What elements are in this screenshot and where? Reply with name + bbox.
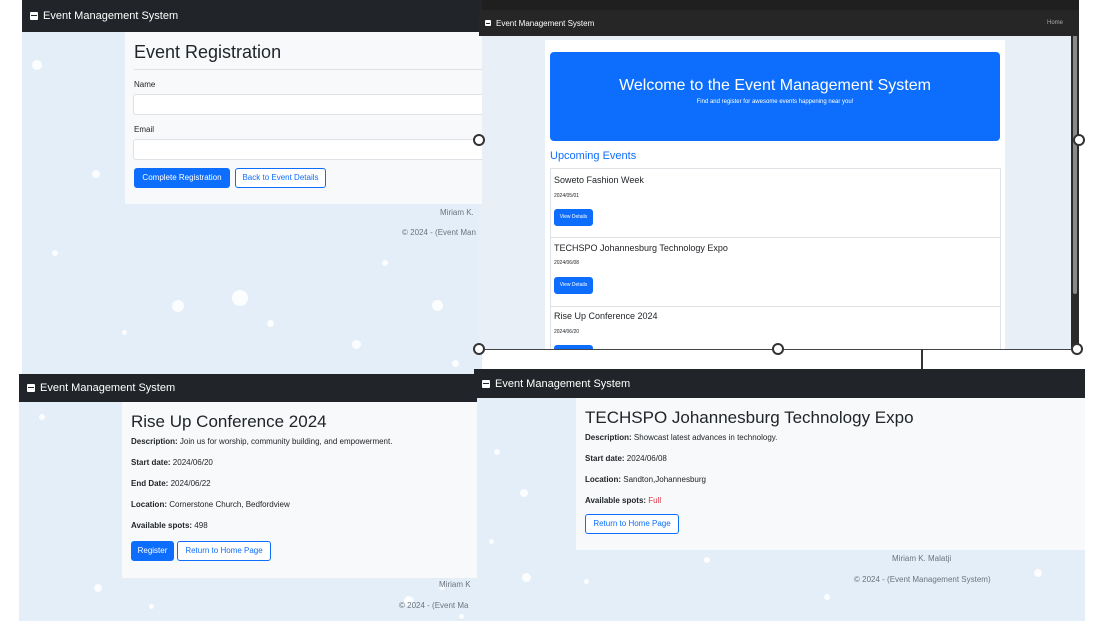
spots-row: Available spots: Full: [585, 496, 661, 505]
footer-author: Miriam K.: [440, 208, 474, 217]
location-label: Location:: [131, 500, 167, 509]
start-date-value: 2024/06/08: [626, 454, 667, 463]
location-value: Sandton,Johannesburg: [623, 475, 706, 484]
footer-author: Miriam K: [439, 580, 471, 589]
spots-label: Available spots:: [585, 496, 647, 505]
scrollbar-thumb[interactable]: [1073, 24, 1077, 294]
description-value: Join us for worship, community building,…: [179, 437, 393, 446]
browser-toolbar: [479, 0, 1079, 10]
navbar: Event Management System Home: [479, 10, 1079, 36]
calendar-icon: [27, 384, 35, 392]
footer-copyright: © 2024 - (Event Man: [402, 228, 476, 237]
navbar-brand[interactable]: Event Management System: [485, 19, 594, 28]
start-date-row: Start date: 2024/06/08: [585, 454, 667, 463]
resize-handle-left[interactable]: [473, 134, 485, 146]
calendar-icon: [482, 379, 490, 388]
start-date-row: Start date: 2024/06/20: [131, 458, 213, 467]
spots-value: 498: [194, 521, 208, 530]
navbar: Event Management System: [22, 0, 482, 32]
resize-handle-right[interactable]: [1073, 134, 1085, 146]
start-date-label: Start date:: [585, 454, 625, 463]
event-date: 2024/06/20: [554, 329, 580, 335]
email-label: Email: [134, 125, 155, 134]
page-title: Event Registration: [134, 42, 282, 62]
brand-label: Event Management System: [40, 382, 176, 394]
event-name: Rise Up Conference 2024: [554, 311, 658, 321]
upcoming-heading: Upcoming Events: [550, 150, 637, 162]
view-details-button[interactable]: View Details: [554, 209, 593, 226]
end-date-row: End Date: 2024/06/22: [131, 479, 211, 488]
home-window: Event Management System Home Welcome to …: [479, 0, 1079, 350]
footer-author: Miriam K. Malatji: [892, 554, 952, 563]
name-label: Name: [134, 80, 156, 89]
resize-handle-bottom-left[interactable]: [473, 343, 485, 355]
list-item: TECHSPO Johannesburg Technology Expo 202…: [551, 238, 1000, 307]
footer-copyright: © 2024 - (Event Management System): [854, 575, 991, 584]
divider: [134, 69, 482, 70]
description-label: Description:: [585, 433, 632, 442]
footer-copyright: © 2024 - (Event Ma: [399, 601, 469, 610]
spots-row: Available spots: 498: [131, 521, 208, 530]
navbar-brand[interactable]: Event Management System: [27, 382, 175, 394]
start-date-label: Start date:: [131, 458, 171, 467]
spots-status: Full: [648, 496, 662, 505]
spots-label: Available spots:: [131, 521, 193, 530]
start-date-value: 2024/06/20: [172, 458, 213, 467]
registration-card: Event Registration Name Email Complete R…: [125, 32, 482, 204]
return-home-button[interactable]: Return to Home Page: [177, 541, 271, 561]
complete-registration-button[interactable]: Complete Registration: [134, 168, 230, 188]
navbar-brand[interactable]: Event Management System: [30, 10, 178, 22]
view-details-button[interactable]: View Details: [554, 277, 593, 294]
event-name: Soweto Fashion Week: [554, 175, 644, 185]
event-detail-card: TECHSPO Johannesburg Technology Expo Des…: [576, 398, 1085, 550]
calendar-icon: [485, 20, 491, 26]
techspo-window: Event Management System TECHSPO Johannes…: [474, 369, 1085, 621]
back-to-event-details-button[interactable]: Back to Event Details: [235, 168, 326, 188]
end-date-value: 2024/06/22: [170, 479, 211, 488]
brand-label: Event Management System: [43, 10, 179, 22]
event-list: Soweto Fashion Week 2024/05/01 View Deta…: [550, 168, 1001, 349]
calendar-icon: [30, 12, 38, 20]
email-field[interactable]: [133, 139, 482, 160]
name-field[interactable]: [133, 94, 482, 115]
description-row: Description: Join us for worship, commun…: [131, 437, 392, 446]
rise-up-window: Event Management System Rise Up Conferen…: [19, 374, 477, 621]
location-row: Location: Cornerstone Church, Bedfordvie…: [131, 500, 290, 509]
event-title: Rise Up Conference 2024: [131, 412, 327, 431]
event-detail-card: Rise Up Conference 2024 Description: Joi…: [122, 402, 477, 578]
description-value: Showcast latest advances in technology.: [633, 433, 778, 442]
return-home-button[interactable]: Return to Home Page: [585, 514, 679, 534]
end-date-label: End Date:: [131, 479, 169, 488]
hero-banner: Welcome to the Event Management System F…: [550, 52, 1000, 141]
event-name: TECHSPO Johannesburg Technology Expo: [554, 243, 728, 253]
navbar-brand[interactable]: Event Management System: [482, 378, 630, 390]
brand-label: Event Management System: [496, 18, 595, 28]
event-title: TECHSPO Johannesburg Technology Expo: [585, 408, 914, 427]
view-details-button[interactable]: [554, 345, 593, 349]
connector-line: [921, 349, 923, 369]
navbar: Event Management System: [19, 374, 477, 402]
list-item: Soweto Fashion Week 2024/05/01 View Deta…: [551, 169, 1000, 238]
location-value: Cornerstone Church, Bedfordview: [169, 500, 290, 509]
description-row: Description: Showcast latest advances in…: [585, 433, 777, 442]
resize-handle-bottom[interactable]: [772, 343, 784, 355]
brand-label: Event Management System: [495, 377, 631, 390]
register-button[interactable]: Register: [131, 541, 174, 561]
hero-subtitle: Find and register for awesome events hap…: [696, 99, 854, 105]
navbar: Event Management System: [474, 369, 1085, 398]
description-label: Description:: [131, 437, 178, 446]
event-date: 2024/05/01: [554, 193, 580, 199]
hero-title: Welcome to the Event Management System: [619, 77, 931, 94]
scrollbar[interactable]: [1071, 10, 1079, 349]
event-date: 2024/06/08: [554, 260, 580, 266]
content-container: Welcome to the Event Management System F…: [545, 40, 1005, 349]
nav-home-link[interactable]: Home: [1047, 20, 1063, 26]
location-label: Location:: [585, 475, 621, 484]
location-row: Location: Sandton,Johannesburg: [585, 475, 706, 484]
registration-window: Event Management System Event Registrati…: [22, 0, 482, 380]
resize-handle-bottom-right[interactable]: [1071, 343, 1083, 355]
